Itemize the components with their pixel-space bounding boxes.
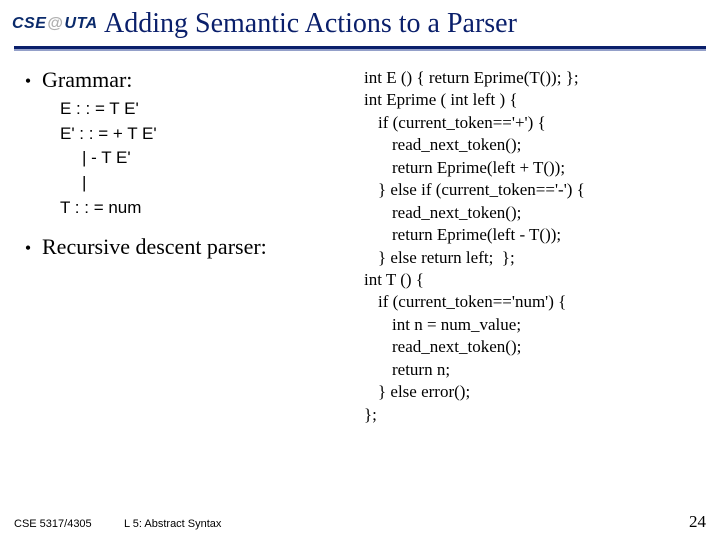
code-line: read_next_token(); [364, 202, 706, 224]
logo-left: CSE [12, 15, 46, 33]
logo: CSE@UTA [12, 11, 90, 37]
footer-course: CSE 5317/4305 [14, 518, 124, 530]
code-line: } else if (current_token=='-') { [364, 179, 706, 201]
code-line: return n; [364, 359, 706, 381]
grammar-line: E' : : = + T E' [60, 122, 364, 147]
bullet-grammar-label: Grammar: [42, 67, 132, 93]
code-line: }; [364, 404, 706, 426]
grammar-block: E : : = T E' E' : : = + T E' | - T E' | … [60, 97, 364, 220]
logo-at: @ [47, 15, 63, 33]
code-line: return Eprime(left + T()); [364, 157, 706, 179]
grammar-line: | - T E' [60, 146, 364, 171]
code-line: if (current_token=='num') { [364, 291, 706, 313]
code-line: int n = num_value; [364, 314, 706, 336]
slide-title: Adding Semantic Actions to a Parser [90, 8, 708, 40]
left-column: • Grammar: E : : = T E' E' : : = + T E' … [14, 67, 364, 426]
code-line: read_next_token(); [364, 134, 706, 156]
code-block: int E () { return Eprime(T()); }; int Ep… [364, 67, 706, 426]
content: • Grammar: E : : = T E' E' : : = + T E' … [0, 49, 720, 426]
footer-lecture: L 5: Abstract Syntax [124, 518, 221, 530]
code-line: if (current_token=='+') { [364, 112, 706, 134]
grammar-line: E : : = T E' [60, 97, 364, 122]
code-line: return Eprime(left - T()); [364, 224, 706, 246]
bullet-dot: • [14, 238, 42, 259]
code-line: } else return left; }; [364, 247, 706, 269]
bullet-dot: • [14, 71, 42, 92]
footer-page: 24 [689, 512, 706, 532]
footer: CSE 5317/4305 L 5: Abstract Syntax 24 [0, 512, 720, 532]
code-line: int Eprime ( int left ) { [364, 89, 706, 111]
grammar-line: T : : = num [60, 196, 364, 221]
bullet-parser-label: Recursive descent parser: [42, 234, 267, 260]
code-line: int T () { [364, 269, 706, 291]
bullet-parser: • Recursive descent parser: [14, 234, 364, 260]
bullet-grammar: • Grammar: [14, 67, 364, 93]
code-line: int E () { return Eprime(T()); }; [364, 67, 706, 89]
header: CSE@UTA Adding Semantic Actions to a Par… [0, 0, 720, 40]
grammar-line: | [60, 171, 364, 196]
code-line: read_next_token(); [364, 336, 706, 358]
code-line: } else error(); [364, 381, 706, 403]
